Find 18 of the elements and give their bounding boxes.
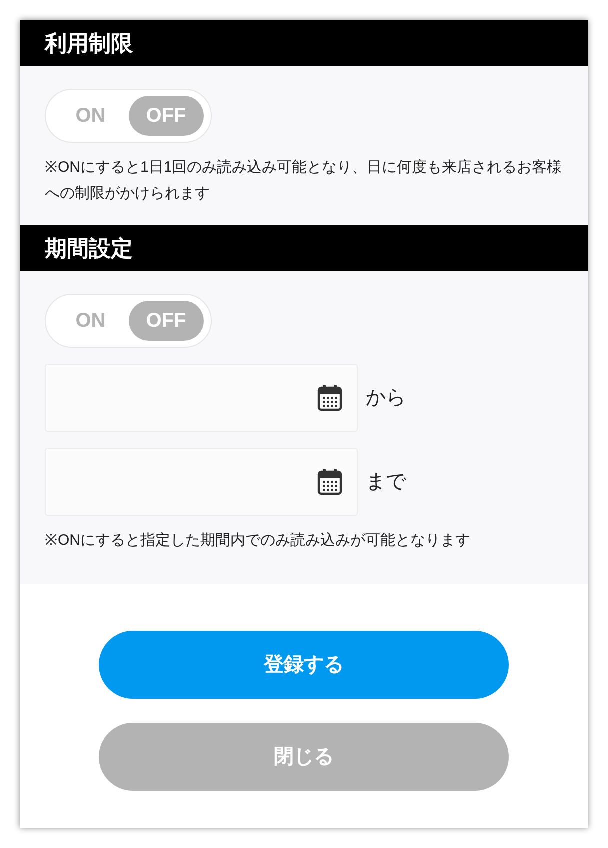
calendar-icon[interactable] — [317, 384, 343, 412]
toggle-option[interactable]: OFF — [128, 301, 204, 341]
toggle-option[interactable]: ON — [53, 301, 128, 341]
note-text: ※ONにすると指定した期間内でのみ読み込みが可能となります — [45, 531, 472, 551]
toggle-option[interactable]: ON — [53, 96, 128, 136]
on-off-toggle[interactable]: ON OFF — [45, 294, 212, 348]
date-field[interactable] — [45, 448, 358, 516]
note-text: ※ONにすると1日1回のみ読み込み可能となり、日に何度も来店されるお客様への制限がかけられます — [45, 158, 563, 204]
section-title: 期間設定 — [45, 234, 133, 262]
toggle-option[interactable]: OFF — [128, 96, 204, 136]
date-suffix: まで — [366, 470, 406, 495]
date-field[interactable] — [45, 364, 358, 432]
on-off-toggle[interactable]: ON OFF — [45, 89, 212, 143]
calendar-icon[interactable] — [317, 468, 343, 496]
section-title: 利用制限 — [45, 30, 133, 58]
close-button[interactable]: 閉じる — [99, 723, 509, 791]
register-button[interactable]: 登録する — [99, 631, 509, 699]
date-suffix: から — [366, 386, 406, 411]
